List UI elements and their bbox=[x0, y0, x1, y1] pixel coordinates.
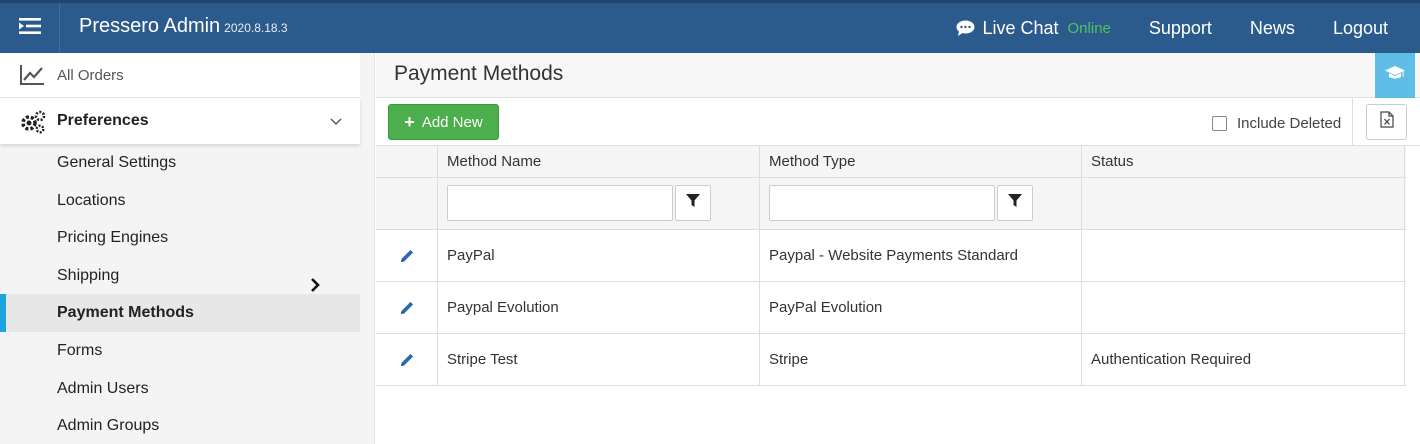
payment-methods-grid: Method Name Method Type Status PayPal Pa… bbox=[376, 146, 1406, 386]
grid-header-row: Method Name Method Type Status bbox=[376, 146, 1406, 178]
edit-pencil-icon[interactable] bbox=[399, 352, 415, 368]
filter-cell-status bbox=[1082, 178, 1405, 229]
sidebar-item-label: Shipping bbox=[57, 266, 120, 284]
filter-cell-method-name bbox=[438, 178, 760, 229]
method-type-filter-button[interactable] bbox=[997, 185, 1033, 221]
sidebar-item-label: Preferences bbox=[57, 112, 149, 129]
preferences-submenu: General Settings Locations Pricing Engin… bbox=[0, 144, 360, 444]
sidebar-item-label: All Orders bbox=[57, 67, 124, 84]
sidebar-item-forms[interactable]: Forms bbox=[0, 332, 360, 370]
cell-status bbox=[1082, 230, 1405, 281]
method-name-filter-input[interactable] bbox=[447, 185, 673, 221]
cell-method-name: Paypal Evolution bbox=[438, 282, 760, 333]
filter-cell-empty bbox=[376, 178, 438, 229]
row-actions bbox=[376, 334, 438, 385]
cell-method-name: PayPal bbox=[438, 230, 760, 281]
include-deleted-toggle[interactable]: Include Deleted bbox=[1212, 115, 1341, 132]
method-type-filter-input[interactable] bbox=[769, 185, 995, 221]
toolbar: + Add New Include Deleted bbox=[376, 98, 1420, 146]
sidebar-item-locations[interactable]: Locations bbox=[0, 182, 360, 220]
news-link[interactable]: News bbox=[1250, 18, 1295, 39]
app-name: Pressero Admin bbox=[79, 15, 221, 37]
live-chat-status: Online bbox=[1067, 19, 1111, 37]
line-chart-icon bbox=[20, 64, 45, 91]
graduation-cap-icon bbox=[1385, 66, 1405, 85]
column-header-status[interactable]: Status bbox=[1082, 146, 1405, 177]
chevron-down-icon bbox=[330, 113, 342, 131]
row-actions bbox=[376, 230, 438, 281]
top-bar: Pressero Admin 2020.8.18.3 Live Chat Onli… bbox=[0, 0, 1420, 53]
row-actions bbox=[376, 282, 438, 333]
filter-cell-method-type bbox=[760, 178, 1082, 229]
main-content: Payment Methods + Add New Include Delete… bbox=[376, 53, 1420, 444]
table-row: Paypal Evolution PayPal Evolution bbox=[376, 282, 1406, 334]
grid-header-actions bbox=[376, 146, 438, 177]
sidebar-item-preferences[interactable]: Preferences bbox=[0, 98, 360, 144]
live-chat-label: Live Chat bbox=[982, 17, 1059, 38]
sidebar-item-payment-methods[interactable]: Payment Methods bbox=[0, 294, 360, 332]
sidebar-item-all-orders[interactable]: All Orders bbox=[0, 53, 360, 98]
app-version: 2020.8.18.3 bbox=[224, 21, 288, 35]
cell-method-name: Stripe Test bbox=[438, 334, 760, 385]
add-new-label: Add New bbox=[421, 113, 483, 131]
sidebar-item-shipping[interactable]: Shipping bbox=[0, 257, 360, 295]
sidebar-item-pricing-engines[interactable]: Pricing Engines bbox=[0, 219, 360, 257]
add-new-button[interactable]: + Add New bbox=[388, 104, 499, 140]
include-deleted-checkbox[interactable] bbox=[1212, 116, 1227, 131]
column-header-method-type[interactable]: Method Type bbox=[760, 146, 1082, 177]
export-excel-button[interactable] bbox=[1366, 104, 1407, 140]
help-button[interactable] bbox=[1375, 53, 1415, 98]
filter-icon bbox=[1008, 194, 1022, 212]
sidebar-item-admin-users[interactable]: Admin Users bbox=[0, 370, 360, 408]
sidebar-item-general-settings[interactable]: General Settings bbox=[0, 144, 360, 182]
grid-filter-row bbox=[376, 178, 1406, 230]
edit-pencil-icon[interactable] bbox=[399, 248, 415, 264]
sidebar: All Orders Preferences General Settings … bbox=[0, 53, 375, 444]
cell-method-type: Stripe bbox=[760, 334, 1082, 385]
live-chat-link[interactable]: Live Chat Online bbox=[956, 17, 1111, 39]
sidebar-item-admin-groups[interactable]: Admin Groups bbox=[0, 407, 360, 444]
plus-icon: + bbox=[404, 112, 415, 132]
excel-file-icon bbox=[1379, 111, 1394, 133]
table-row: PayPal Paypal - Website Payments Standar… bbox=[376, 230, 1406, 282]
chat-bubble-icon bbox=[956, 20, 975, 36]
include-deleted-label: Include Deleted bbox=[1237, 115, 1342, 132]
cell-status: Authentication Required bbox=[1082, 334, 1405, 385]
cell-method-type: Paypal - Website Payments Standard bbox=[760, 230, 1082, 281]
column-header-method-name[interactable]: Method Name bbox=[438, 146, 760, 177]
method-name-filter-button[interactable] bbox=[675, 185, 711, 221]
support-link[interactable]: Support bbox=[1149, 18, 1212, 39]
page-title: Payment Methods bbox=[394, 62, 564, 85]
menu-icon bbox=[18, 17, 41, 40]
toolbar-divider bbox=[1352, 98, 1353, 146]
gears-icon bbox=[20, 110, 46, 139]
menu-toggle-button[interactable] bbox=[0, 3, 60, 53]
app-brand: Pressero Admin 2020.8.18.3 bbox=[79, 15, 288, 38]
page-header: Payment Methods bbox=[376, 53, 1420, 98]
logout-link[interactable]: Logout bbox=[1333, 18, 1388, 39]
cell-method-type: PayPal Evolution bbox=[760, 282, 1082, 333]
cell-status bbox=[1082, 282, 1405, 333]
edit-pencil-icon[interactable] bbox=[399, 300, 415, 316]
filter-icon bbox=[686, 194, 700, 212]
table-row: Stripe Test Stripe Authentication Requir… bbox=[376, 334, 1406, 386]
